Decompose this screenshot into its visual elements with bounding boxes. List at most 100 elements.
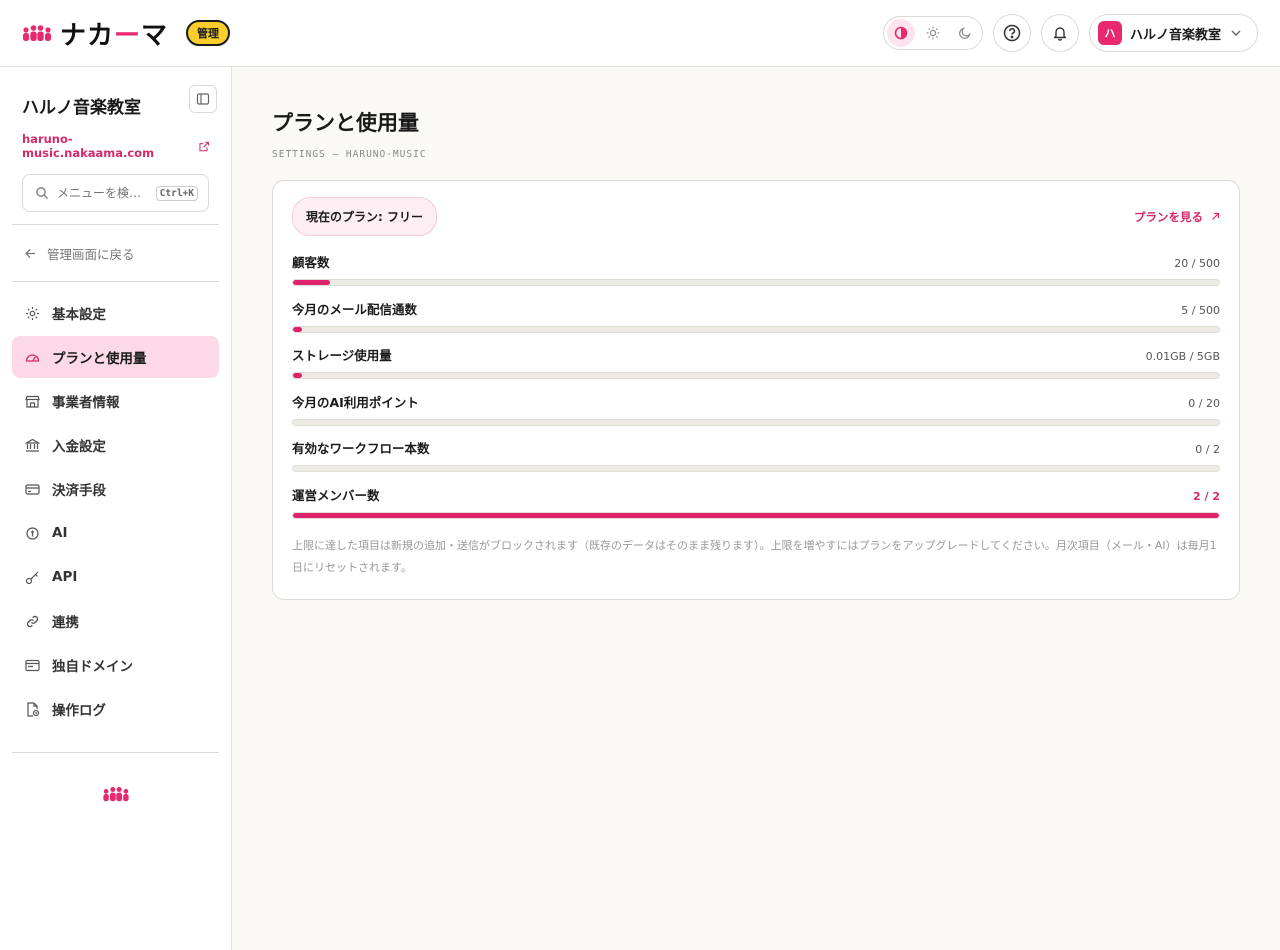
people-logo-icon — [102, 786, 129, 802]
view-plans-link[interactable]: プランを見る — [1134, 209, 1220, 225]
help-button[interactable] — [992, 14, 1031, 52]
usage-progress-bar — [292, 511, 1220, 519]
theme-light-button[interactable] — [919, 19, 947, 47]
usage-list: 顧客数 20 / 500 今月のメール配信通数 5 / 500 ストレージ使用量 0.… — [292, 252, 1220, 531]
usage-item-customers: 顧客数 20 / 500 — [292, 252, 1220, 299]
school-url-link[interactable]: haruno-music.nakaama.com — [22, 132, 209, 160]
settings-sidebar: ハルノ音楽教室 haruno-music.nakaama.com Ctrl+K … — [0, 67, 232, 950]
admin-badge: 管理 — [186, 20, 231, 46]
card-header: 現在のプラン: フリー プランを見る — [292, 197, 1220, 236]
usage-value: 2 / 2 — [1193, 489, 1220, 503]
sidebar-item-label: API — [52, 569, 78, 585]
current-plan-badge: 現在のプラン: フリー — [292, 197, 437, 236]
external-link-icon — [199, 141, 209, 151]
usage-progress-fill — [293, 373, 303, 378]
sidebar-item-audit-log[interactable]: 操作ログ — [12, 688, 219, 730]
usage-progress-bar — [292, 325, 1220, 333]
sidebar-item-business-info[interactable]: 事業者情報 — [12, 380, 219, 422]
sidebar-item-payout-settings[interactable]: 入金設定 — [12, 424, 219, 466]
usage-value: 5 / 500 — [1181, 303, 1220, 317]
bank-icon — [24, 437, 40, 453]
help-icon — [1003, 24, 1021, 42]
usage-progress-bar — [292, 372, 1220, 379]
theme-switch — [882, 16, 983, 50]
account-name: ハルノ音楽教室 — [1129, 27, 1221, 43]
usage-progress-bar — [292, 279, 1220, 286]
theme-auto-button[interactable] — [886, 19, 915, 47]
usage-progress-bar — [292, 418, 1220, 426]
account-avatar: ハ — [1097, 21, 1122, 45]
menu-search-box[interactable]: Ctrl+K — [22, 174, 209, 212]
domain-icon — [24, 657, 40, 673]
notifications-button[interactable] — [1040, 14, 1079, 52]
sidebar-item-label: 決済手段 — [52, 483, 106, 499]
sidebar-item-api[interactable]: API — [12, 556, 219, 598]
usage-label: 今月のAI利用ポイント — [292, 394, 419, 410]
main-content: プランと使用量 SETTINGS — HARUNO-MUSIC 現在のプラン: … — [232, 67, 1280, 600]
sidebar-item-payment-methods[interactable]: 決済手段 — [12, 468, 219, 510]
sidebar-item-basic-settings[interactable]: 基本設定 — [12, 292, 219, 334]
usage-value: 0 / 20 — [1188, 396, 1220, 410]
usage-label: 今月のメール配信通数 — [292, 301, 418, 317]
link-icon — [24, 613, 40, 629]
search-icon — [36, 187, 48, 199]
usage-label: 顧客数 — [292, 255, 330, 270]
sidebar-item-label: 事業者情報 — [52, 395, 120, 411]
account-menu-button[interactable]: ハ ハルノ音楽教室 — [1088, 14, 1258, 52]
usage-value: 20 / 500 — [1174, 257, 1220, 270]
usage-value: 0 / 2 — [1195, 443, 1220, 456]
credit-card-icon — [24, 481, 40, 497]
sidebar-collapse-button[interactable] — [189, 85, 217, 113]
app-logo[interactable]: ナカーマ 管理 — [22, 15, 231, 52]
sidebar-item-label: 独自ドメイン — [52, 659, 133, 675]
theme-dark-button[interactable] — [951, 19, 979, 47]
usage-progress-fill — [293, 280, 331, 285]
sidebar-item-plan-usage[interactable]: プランと使用量 — [12, 336, 219, 378]
usage-progress-fill — [293, 512, 1219, 518]
usage-label: 運営メンバー数 — [292, 487, 380, 503]
header-actions: ハ ハルノ音楽教室 — [882, 14, 1258, 52]
usage-progress-bar — [292, 465, 1220, 472]
gauge-icon — [24, 349, 40, 365]
back-to-admin-link[interactable]: 管理画面に戻る — [12, 225, 219, 281]
search-shortcut-hint: Ctrl+K — [155, 185, 198, 201]
back-link-label: 管理画面に戻る — [47, 246, 135, 262]
sidebar-item-custom-domain[interactable]: 独自ドメイン — [12, 644, 219, 686]
people-logo-icon — [23, 25, 51, 41]
bell-icon — [1053, 27, 1067, 41]
sidebar-panel-icon — [196, 93, 210, 105]
school-name: ハルノ音楽教室 — [22, 98, 141, 118]
usage-progress-fill — [293, 326, 303, 332]
page-subtitle: SETTINGS — HARUNO-MUSIC — [272, 149, 427, 160]
chevron-down-icon — [1231, 30, 1241, 36]
usage-value: 0.01GB / 5GB — [1145, 350, 1220, 363]
sidebar-item-label: 連携 — [52, 615, 79, 631]
logo-wordmark: ナカーマ — [60, 20, 169, 51]
sidebar-header: ハルノ音楽教室 — [12, 67, 219, 118]
usage-item-ai-points: 今月のAI利用ポイント 0 / 20 — [292, 392, 1220, 439]
top-header: ナカーマ 管理 ハ ハルノ音楽教室 — [0, 0, 1280, 67]
usage-item-members: 運営メンバー数 2 / 2 — [292, 485, 1220, 532]
usage-label: ストレージ使用量 — [292, 348, 392, 363]
usage-label: 有効なワークフロー本数 — [292, 441, 430, 456]
contrast-icon — [894, 26, 908, 40]
sidebar-item-label: 入金設定 — [52, 439, 106, 455]
page-title: プランと使用量 — [272, 111, 419, 135]
plan-usage-card: 現在のプラン: フリー プランを見る 顧客数 20 / 500 今月のメール配信通… — [272, 180, 1240, 600]
log-icon — [24, 701, 40, 717]
arrow-left-icon — [25, 248, 35, 258]
sun-icon — [926, 26, 940, 40]
arrow-up-right-icon — [1212, 212, 1220, 220]
settings-nav: 基本設定 プランと使用量 事業者情報 入金設定 決済手段 AI API 連携 独… — [12, 282, 219, 730]
store-icon — [24, 393, 40, 409]
usage-item-workflows: 有効なワークフロー本数 0 / 2 — [292, 438, 1220, 485]
sidebar-item-integrations[interactable]: 連携 — [12, 600, 219, 642]
sidebar-item-label: AI — [52, 525, 68, 541]
sidebar-footer — [12, 752, 219, 803]
sidebar-item-label: 操作ログ — [52, 703, 106, 719]
menu-search-input[interactable] — [57, 186, 147, 200]
gear-icon — [24, 305, 40, 321]
sidebar-item-label: プランと使用量 — [52, 351, 147, 367]
key-icon — [24, 569, 40, 585]
sidebar-item-ai[interactable]: AI — [12, 512, 219, 554]
